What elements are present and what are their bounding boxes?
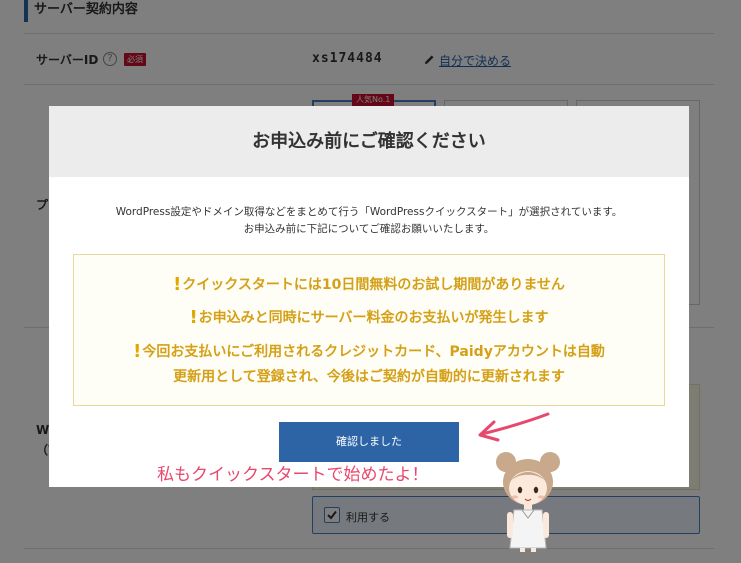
confirm-button[interactable]: 確認しました	[279, 422, 459, 462]
notice-text: お申込みと同時にサーバー料金のお支払いが発生します	[198, 310, 549, 326]
notice-text: クイックスタートには10日間無料のお試し期間がありません	[182, 277, 565, 293]
notice-text: 今回お支払いにご利用されるクレジットカード、Paidyアカウントは自動	[142, 344, 605, 360]
confirmation-modal: お申込み前にご確認ください WordPress設定やドメイン取得などをまとめて行…	[49, 106, 689, 487]
description-line-2: お申込み前に下記についてご確認お願いいたします。	[243, 223, 495, 235]
modal-title: お申込み前にご確認ください	[49, 106, 689, 177]
description-line-1: WordPress設定やドメイン取得などをまとめて行う「WordPressクイッ…	[115, 206, 623, 218]
annotation-text: 私もクイックスタートで始めたよ！	[157, 465, 429, 485]
exclamation-icon: !	[173, 274, 182, 295]
modal-description: WordPress設定やドメイン取得などをまとめて行う「WordPressクイッ…	[49, 204, 689, 238]
exclamation-icon: !	[133, 341, 142, 362]
exclamation-icon: !	[189, 307, 198, 328]
arrow-annotation	[478, 412, 550, 442]
mascot-illustration	[496, 452, 560, 552]
notice-payment: !お申込みと同時にサーバー料金のお支払いが発生します	[74, 306, 664, 330]
notice-auto-renew: !今回お支払いにご利用されるクレジットカード、Paidyアカウントは自動	[74, 340, 664, 364]
notice-auto-renew-continuation: 更新用として登録され、今後はご契約が自動的に更新されます	[173, 369, 565, 385]
notice-box: !クイックスタートには10日間無料のお試し期間がありません !お申込みと同時にサ…	[73, 254, 665, 406]
notice-free-trial: !クイックスタートには10日間無料のお試し期間がありません	[74, 273, 664, 297]
